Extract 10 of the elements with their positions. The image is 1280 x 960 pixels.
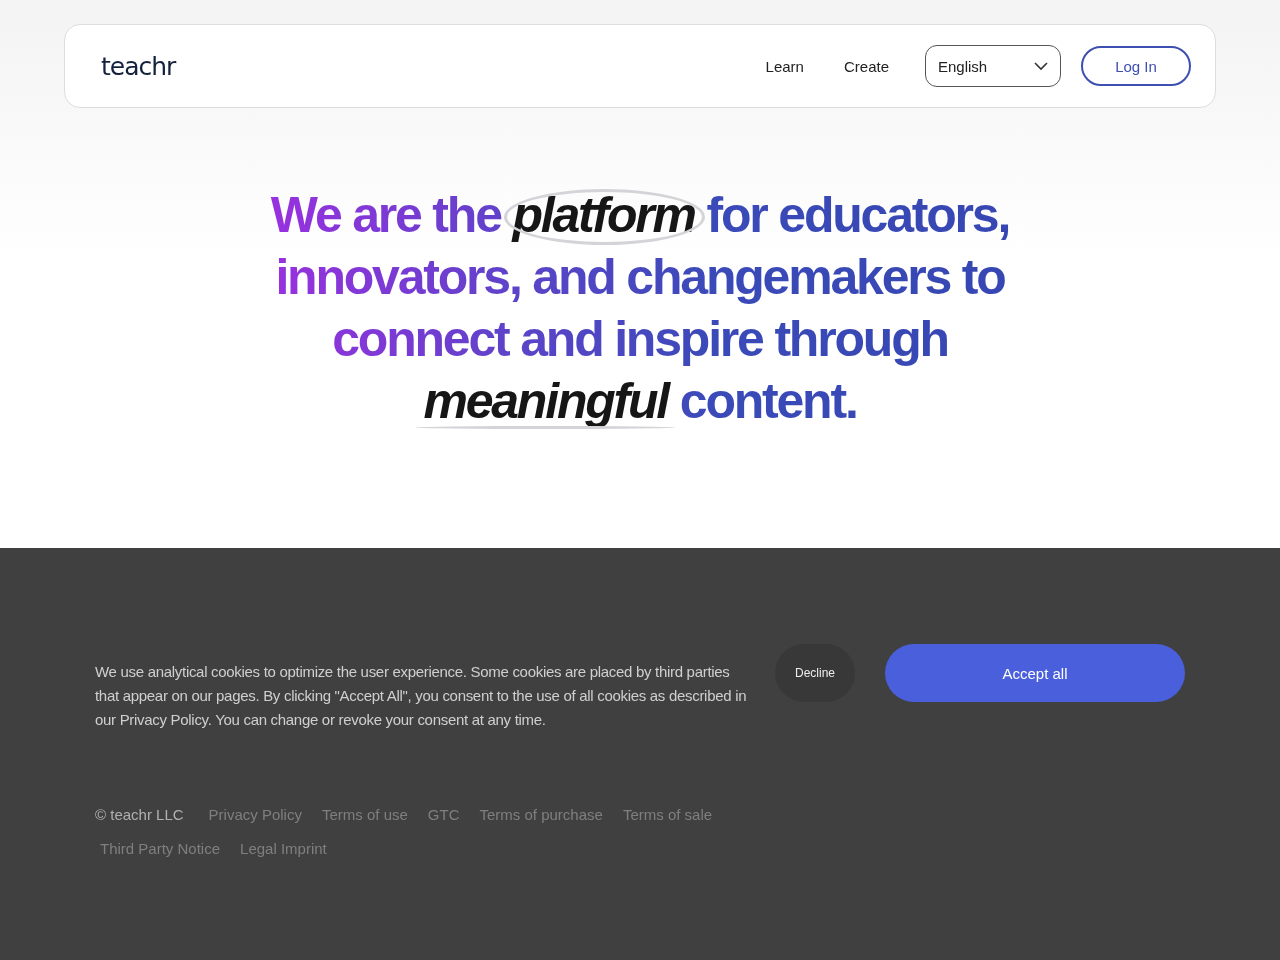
chevron-down-icon: [1034, 61, 1048, 71]
decline-button[interactable]: Decline: [775, 644, 855, 702]
logo[interactable]: teachr: [101, 51, 176, 81]
login-button[interactable]: Log In: [1081, 46, 1191, 86]
language-select[interactable]: English: [925, 45, 1061, 87]
nav-link[interactable]: Create: [843, 57, 889, 75]
accept-all-button[interactable]: Accept all: [885, 644, 1185, 702]
cookie-message: We use analytical cookies to optimize the user experience. Some cookies are placed by third parties that appear on our pages. By clicking "Accept All", you consent to the use of all cookies as described in our Privacy Policy. You can change or revoke your consent at any time.: [95, 662, 748, 730]
copyright-text: © teachr LLC: [95, 805, 184, 825]
nav-link[interactable]: Learn: [765, 57, 804, 75]
